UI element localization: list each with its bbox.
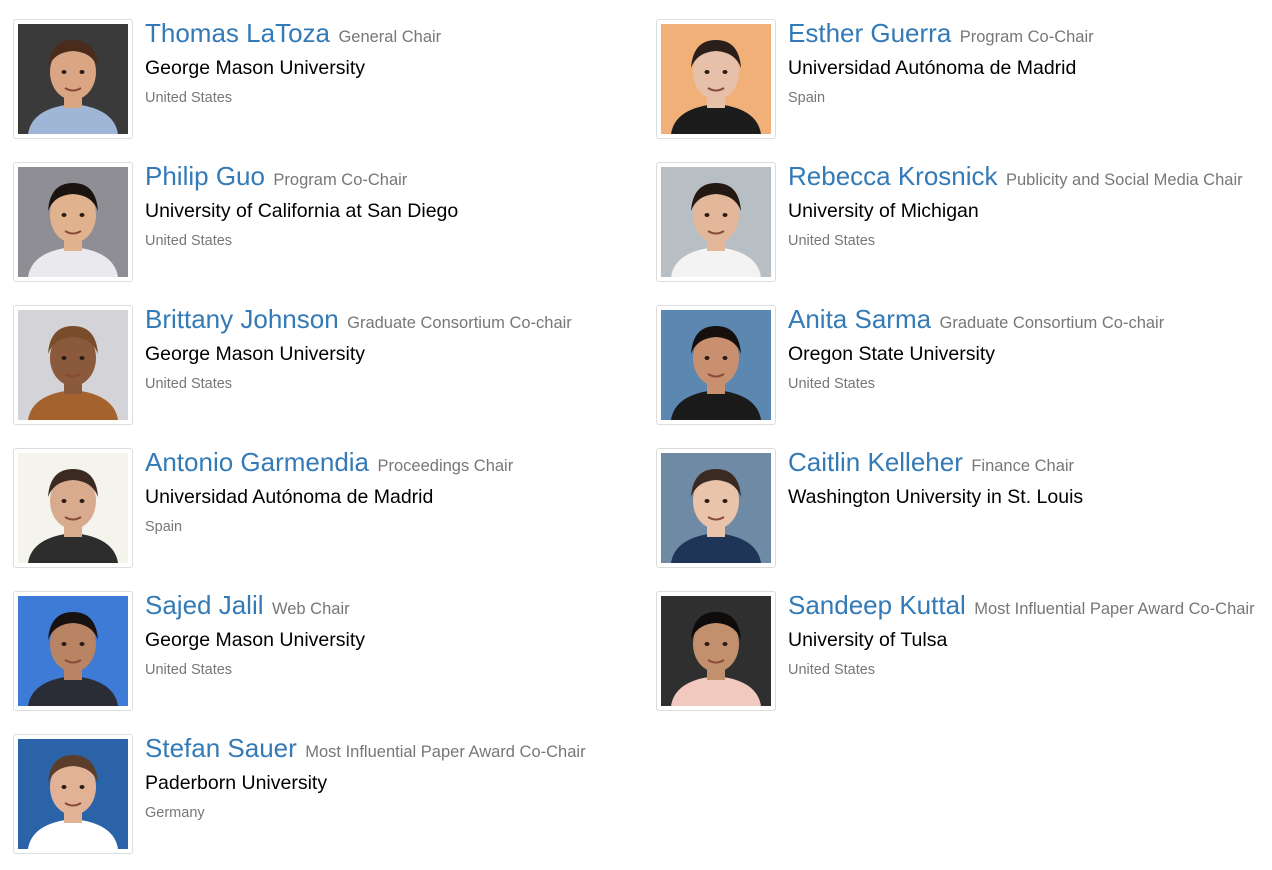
- person-photo[interactable]: [13, 305, 133, 425]
- person-info: Caitlin Kelleher Finance Chair Washington…: [788, 448, 1272, 511]
- person-country: United States: [788, 233, 876, 249]
- person-name-link[interactable]: Antonio Garmendia: [145, 447, 369, 477]
- person-card: Antonio Garmendia Proceedings Chair Unive…: [13, 448, 633, 572]
- person-name-link[interactable]: Thomas LaToza: [145, 18, 330, 48]
- person-card: Caitlin Kelleher Finance Chair Washington…: [656, 448, 1272, 572]
- person-affiliation: Washington University in St. Louis: [788, 486, 1084, 508]
- person-role: Program Co-Chair: [959, 28, 1094, 46]
- person-affiliation: Oregon State University: [788, 343, 996, 365]
- person-affiliation: Universidad Autónoma de Madrid: [145, 486, 434, 508]
- person-country: United States: [145, 662, 233, 678]
- person-country: Spain: [788, 90, 826, 106]
- person-card: Sajed Jalil Web Chair George Mason Univer…: [13, 591, 633, 715]
- person-info: Esther Guerra Program Co-Chair Universida…: [788, 19, 1272, 108]
- person-photo[interactable]: [656, 19, 776, 139]
- person-info: Anita Sarma Graduate Consortium Co-chair…: [788, 305, 1272, 394]
- person-affiliation: University of California at San Diego: [145, 200, 459, 222]
- name-line: Stefan Sauer Most Influential Paper Awar…: [145, 734, 633, 767]
- name-line: Rebecca Krosnick Publicity and Social Me…: [788, 162, 1272, 195]
- person-card: Rebecca Krosnick Publicity and Social Me…: [656, 162, 1272, 286]
- person-country: United States: [145, 376, 233, 392]
- person-photo[interactable]: [13, 19, 133, 139]
- person-role: Finance Chair: [971, 457, 1075, 475]
- person-role: Most Influential Paper Award Co-Chair: [974, 600, 1255, 618]
- person-affiliation: George Mason University: [145, 343, 366, 365]
- person-card: Esther Guerra Program Co-Chair Universida…: [656, 19, 1272, 143]
- name-line: Thomas LaToza General Chair: [145, 19, 633, 52]
- person-photo[interactable]: [13, 448, 133, 568]
- person-photo[interactable]: [13, 734, 133, 854]
- person-photo[interactable]: [656, 448, 776, 568]
- person-role: Program Co-Chair: [273, 171, 408, 189]
- person-country: United States: [788, 376, 876, 392]
- person-role: Web Chair: [271, 600, 350, 618]
- person-card: Sandeep Kuttal Most Influential Paper Aw…: [656, 591, 1272, 715]
- person-country: United States: [145, 233, 233, 249]
- person-photo[interactable]: [656, 162, 776, 282]
- person-role: Most Influential Paper Award Co-Chair: [305, 743, 586, 761]
- person-card: Philip Guo Program Co-Chair University of…: [13, 162, 633, 286]
- person-info: Stefan Sauer Most Influential Paper Awar…: [145, 734, 633, 823]
- person-name-link[interactable]: Brittany Johnson: [145, 304, 339, 334]
- person-role: Graduate Consortium Co-chair: [347, 314, 572, 332]
- person-name-link[interactable]: Sandeep Kuttal: [788, 590, 966, 620]
- person-info: Antonio Garmendia Proceedings Chair Unive…: [145, 448, 633, 537]
- person-affiliation: University of Tulsa: [788, 629, 948, 651]
- person-card: Anita Sarma Graduate Consortium Co-chair…: [656, 305, 1272, 429]
- person-photo[interactable]: [656, 305, 776, 425]
- person-card: Brittany Johnson Graduate Consortium Co-…: [13, 305, 633, 429]
- person-name-link[interactable]: Philip Guo: [145, 161, 265, 191]
- name-line: Esther Guerra Program Co-Chair: [788, 19, 1272, 52]
- person-info: Rebecca Krosnick Publicity and Social Me…: [788, 162, 1272, 251]
- person-role: Proceedings Chair: [377, 457, 514, 475]
- person-info: Sajed Jalil Web Chair George Mason Univer…: [145, 591, 633, 680]
- name-line: Sandeep Kuttal Most Influential Paper Aw…: [788, 591, 1272, 624]
- name-line: Anita Sarma Graduate Consortium Co-chair: [788, 305, 1272, 338]
- person-role: Publicity and Social Media Chair: [1006, 171, 1243, 189]
- person-photo[interactable]: [656, 591, 776, 711]
- person-affiliation: George Mason University: [145, 57, 366, 79]
- person-card: Stefan Sauer Most Influential Paper Awar…: [13, 734, 633, 858]
- name-line: Philip Guo Program Co-Chair: [145, 162, 633, 195]
- name-line: Antonio Garmendia Proceedings Chair: [145, 448, 633, 481]
- person-affiliation: Paderborn University: [145, 772, 328, 794]
- name-line: Sajed Jalil Web Chair: [145, 591, 633, 624]
- person-info: Brittany Johnson Graduate Consortium Co-…: [145, 305, 633, 394]
- person-affiliation: University of Michigan: [788, 200, 979, 222]
- person-info: Thomas LaToza General Chair George Mason …: [145, 19, 633, 108]
- name-line: Caitlin Kelleher Finance Chair: [788, 448, 1272, 481]
- person-info: Sandeep Kuttal Most Influential Paper Aw…: [788, 591, 1272, 680]
- person-role: Graduate Consortium Co-chair: [939, 314, 1165, 332]
- person-photo[interactable]: [13, 591, 133, 711]
- person-name-link[interactable]: Caitlin Kelleher: [788, 447, 963, 477]
- person-country: Germany: [145, 805, 205, 821]
- person-role: General Chair: [338, 28, 442, 46]
- person-name-link[interactable]: Anita Sarma: [788, 304, 931, 334]
- person-name-link[interactable]: Stefan Sauer: [145, 733, 297, 763]
- person-name-link[interactable]: Esther Guerra: [788, 18, 951, 48]
- person-country: Spain: [145, 519, 183, 535]
- name-line: Brittany Johnson Graduate Consortium Co-…: [145, 305, 633, 338]
- person-info: Philip Guo Program Co-Chair University of…: [145, 162, 633, 251]
- person-photo[interactable]: [13, 162, 133, 282]
- person-country: United States: [788, 662, 876, 678]
- person-country: United States: [145, 90, 233, 106]
- person-name-link[interactable]: Sajed Jalil: [145, 590, 264, 620]
- person-affiliation: Universidad Autónoma de Madrid: [788, 57, 1077, 79]
- person-affiliation: George Mason University: [145, 629, 366, 651]
- person-card: Thomas LaToza General Chair George Mason …: [13, 19, 633, 143]
- person-name-link[interactable]: Rebecca Krosnick: [788, 161, 998, 191]
